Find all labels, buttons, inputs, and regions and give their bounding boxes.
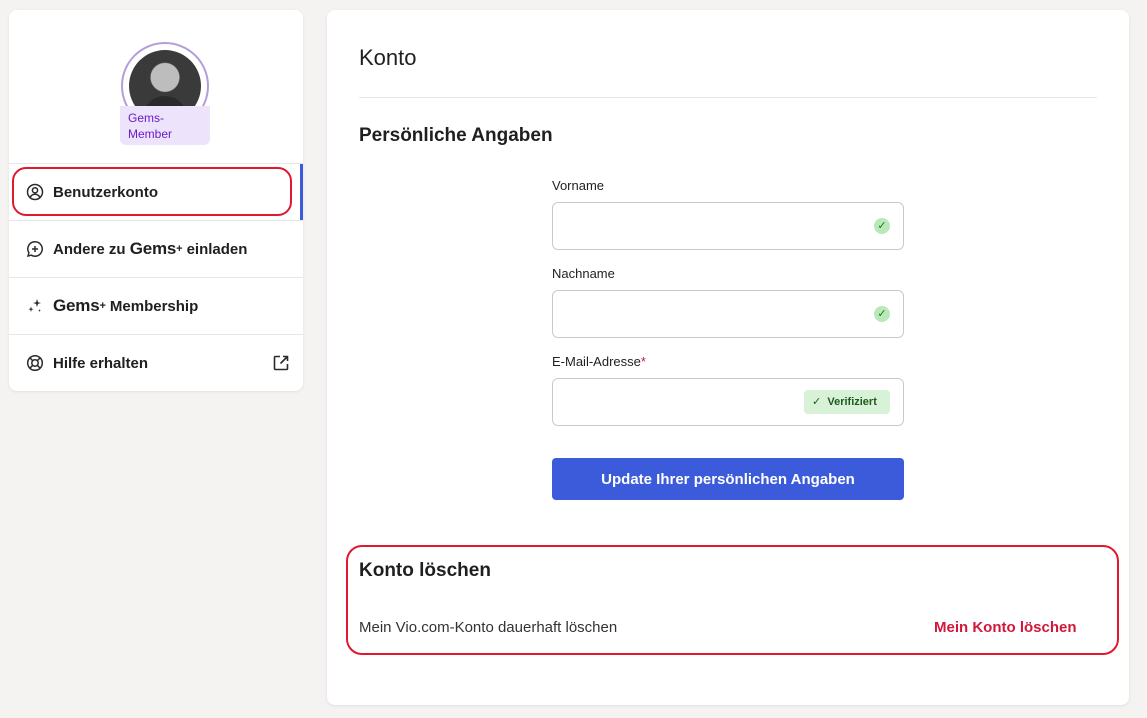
avatar-block: Gems- Member — [120, 41, 210, 145]
check-icon: ✓ — [874, 218, 890, 234]
delete-account-link[interactable]: Mein Konto löschen — [934, 619, 1077, 636]
last-name-field[interactable] — [552, 290, 904, 338]
member-badge: Gems- Member — [120, 106, 210, 145]
check-icon: ✓ — [874, 306, 890, 322]
sparkles-icon — [26, 297, 44, 315]
sidebar-item-label: Andere zu — [53, 240, 126, 258]
chat-plus-icon — [26, 240, 44, 258]
delete-section-title: Konto löschen — [359, 560, 491, 581]
personal-section-title: Persönliche Angaben — [359, 125, 553, 146]
sidebar-item-label: einladen — [186, 240, 248, 258]
gems-brand: Gems — [53, 296, 100, 315]
update-personal-info-button[interactable]: Update Ihrer persönlichen Angaben — [552, 458, 904, 500]
delete-description: Mein Vio.com-Konto dauerhaft löschen — [359, 619, 618, 636]
member-badge-line2: Member — [128, 127, 173, 141]
first-name-field[interactable] — [552, 202, 904, 250]
member-badge-line1: Gems- — [128, 111, 164, 125]
email-label: E-Mail-Adresse* — [552, 354, 646, 369]
account-panel: Konto Persönliche Angaben Vorname ✓ Nach… — [327, 10, 1129, 705]
verified-badge-text: Verifiziert — [827, 396, 877, 408]
email-label-text: E-Mail-Adresse — [552, 354, 641, 369]
divider — [359, 97, 1097, 98]
sidebar-item-label: Membership — [109, 297, 199, 315]
last-name-label: Nachname — [552, 266, 615, 281]
sidebar-item-label: Hilfe erhalten — [53, 354, 149, 372]
sidebar-item-help[interactable]: Hilfe erhalten — [9, 334, 303, 391]
gems-brand: Gems — [129, 239, 177, 258]
user-circle-icon — [26, 183, 44, 201]
external-link-icon[interactable] — [272, 354, 290, 372]
sidebar-nav: Benutzerkonto Andere zu Gems+ einladen — [9, 163, 303, 391]
sidebar: Gems- Member Benutzerkonto Andere zu Gem… — [9, 10, 303, 391]
sidebar-item-benutzerkonto[interactable]: Benutzerkonto — [9, 163, 303, 220]
first-name-label: Vorname — [552, 178, 605, 193]
verified-badge: ✓ Verifiziert — [804, 390, 890, 414]
required-marker: * — [640, 354, 646, 369]
sidebar-item-label: Benutzerkonto — [53, 183, 158, 201]
lifebuoy-icon — [26, 354, 44, 372]
page-title: Konto — [359, 45, 417, 70]
sidebar-item-membership[interactable]: Gems + Membership — [9, 277, 303, 334]
sidebar-item-invite[interactable]: Andere zu Gems + einladen — [9, 220, 303, 277]
